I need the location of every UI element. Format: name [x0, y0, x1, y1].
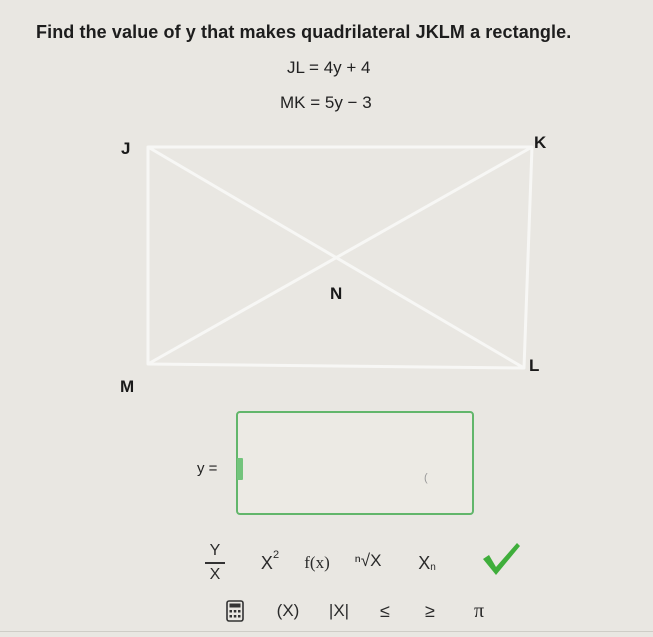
text-caret	[237, 458, 243, 480]
vertex-j: J	[121, 139, 131, 158]
calculator-icon	[226, 600, 244, 622]
greater-equal-button[interactable]: ≥	[413, 596, 447, 626]
less-equal-button[interactable]: ≤	[368, 596, 402, 626]
vertex-k: K	[534, 133, 547, 152]
vertex-l: L	[529, 356, 540, 375]
subscript-button[interactable]: Xn	[410, 548, 444, 578]
subscript-index: n	[430, 561, 436, 573]
input-faint-mark: (	[424, 472, 428, 484]
checkmark-icon	[483, 543, 520, 575]
calculator-button[interactable]	[222, 597, 248, 625]
exponent-button[interactable]: X2	[253, 548, 287, 578]
function-button[interactable]: f(x)	[294, 548, 340, 578]
equation-mk: MK = 5y − 3	[280, 93, 372, 112]
question-text: Find the value of y that makes quadrilat…	[36, 22, 572, 42]
vertex-m: M	[120, 377, 135, 396]
subscript-base: X	[418, 552, 431, 573]
answer-label: y =	[197, 460, 218, 477]
fraction-button[interactable]: Y X	[200, 538, 230, 588]
equation-jl: JL = 4y + 4	[287, 58, 371, 77]
parentheses-button[interactable]: (X)	[270, 596, 306, 626]
bottom-divider	[0, 631, 653, 632]
vertex-n: N	[330, 284, 343, 303]
answer-input[interactable]	[236, 411, 474, 515]
fraction-bar	[205, 562, 225, 564]
fraction-denominator: X	[209, 566, 221, 583]
nth-root-button[interactable]: ⁿ√X	[343, 546, 393, 576]
diagonal-jl	[147, 145, 525, 370]
diagonal-mk	[147, 145, 533, 366]
fraction-numerator: Y	[209, 542, 221, 559]
exponent-base: X	[260, 552, 273, 573]
quadrilateral-jklm	[146, 145, 534, 370]
check-answer-button[interactable]	[476, 540, 526, 580]
absolute-value-button[interactable]: |X|	[322, 596, 356, 626]
exponent-power: 2	[272, 549, 280, 561]
pi-button[interactable]: π	[462, 596, 496, 626]
